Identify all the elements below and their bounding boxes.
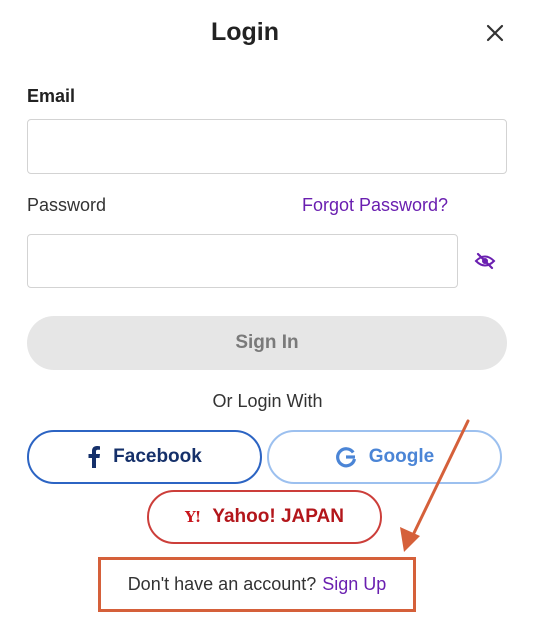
eye-off-icon[interactable]: [474, 251, 496, 271]
email-field[interactable]: [27, 119, 507, 174]
signup-annotation-box: Don't have an account? Sign Up: [98, 557, 416, 612]
yahoo-japan-login-button[interactable]: Y! Yahoo! JAPAN: [147, 490, 382, 544]
password-label: Password: [27, 195, 107, 215]
signup-prompt: Don't have an account?: [127, 574, 317, 594]
dialog-title: Login: [210, 18, 280, 46]
facebook-icon: [87, 446, 101, 468]
facebook-login-button[interactable]: Facebook: [27, 430, 262, 484]
sign-up-link[interactable]: Sign Up: [322, 574, 386, 595]
password-field[interactable]: [27, 234, 458, 288]
google-login-button[interactable]: Google: [267, 430, 502, 484]
yahoo-icon: Y!: [185, 508, 201, 526]
sign-in-button[interactable]: Sign In: [27, 316, 507, 370]
google-icon: [335, 446, 357, 468]
yahoo-button-label: Yahoo! JAPAN: [212, 506, 344, 527]
or-login-with-divider: Or Login With: [212, 391, 323, 411]
email-label: Email: [27, 86, 76, 106]
facebook-button-label: Facebook: [113, 446, 202, 467]
forgot-password-link[interactable]: Forgot Password?: [302, 195, 448, 216]
google-button-label: Google: [368, 446, 435, 467]
close-icon[interactable]: [484, 22, 506, 44]
